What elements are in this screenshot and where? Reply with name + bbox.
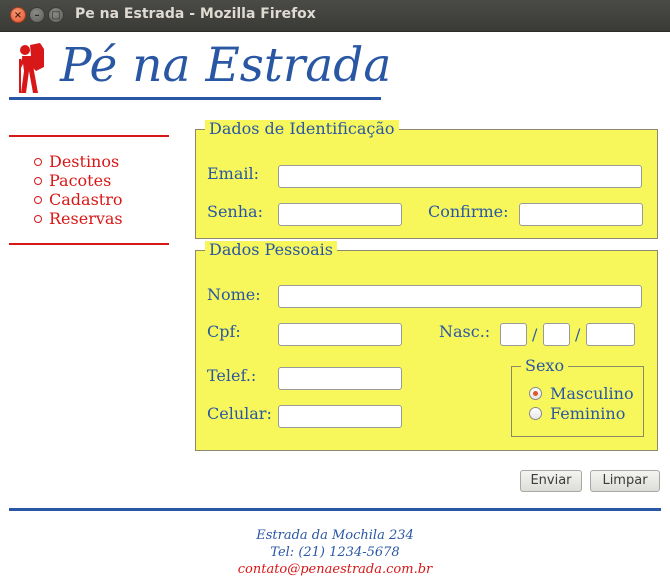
side-menu: Destinos Pacotes Cadastro Reservas bbox=[34, 152, 123, 228]
menu-item-destinos[interactable]: Destinos bbox=[34, 152, 123, 171]
radio-feminino[interactable] bbox=[529, 407, 542, 420]
password-field[interactable] bbox=[278, 203, 402, 226]
window-close-button[interactable]: × bbox=[10, 7, 26, 23]
telef-label: Telef.: bbox=[207, 366, 257, 385]
footer-email[interactable]: contato@penaestrada.com.br bbox=[0, 562, 670, 578]
menu-divider-top bbox=[9, 135, 169, 137]
birth-month-field[interactable] bbox=[543, 323, 570, 346]
personal-legend: Dados Pessoais bbox=[205, 241, 337, 259]
menu-item-pacotes[interactable]: Pacotes bbox=[34, 171, 123, 190]
window-minimize-button[interactable]: – bbox=[29, 7, 45, 23]
email-field[interactable] bbox=[278, 165, 642, 188]
sexo-legend: Sexo bbox=[521, 357, 569, 375]
radio-masculino[interactable] bbox=[529, 387, 542, 400]
window-title: Pe na Estrada - Mozilla Firefox bbox=[75, 6, 316, 22]
menu-item-cadastro[interactable]: Cadastro bbox=[34, 190, 123, 209]
phone-field[interactable] bbox=[278, 367, 402, 390]
masculino-label[interactable]: Masculino bbox=[550, 385, 634, 403]
hiker-icon bbox=[19, 43, 44, 93]
window-titlebar: × – □ Pe na Estrada - Mozilla Firefox bbox=[0, 0, 670, 32]
senha-label: Senha: bbox=[207, 202, 263, 221]
window-maximize-button[interactable]: □ bbox=[48, 7, 64, 23]
birth-year-field[interactable] bbox=[586, 323, 635, 346]
confirm-password-field[interactable] bbox=[519, 203, 643, 226]
email-label: Email: bbox=[207, 164, 260, 183]
birth-day-field[interactable] bbox=[500, 323, 527, 346]
footer-phone: Tel: (21) 1234-5678 bbox=[270, 545, 400, 560]
footer-address: Estrada da Mochila 234 bbox=[256, 528, 414, 543]
footer-divider bbox=[9, 508, 661, 511]
date-separator: / bbox=[532, 325, 538, 344]
date-separator: / bbox=[575, 325, 581, 344]
reset-button[interactable]: Limpar bbox=[590, 470, 660, 492]
menu-divider-bottom bbox=[9, 243, 169, 245]
close-icon: × bbox=[13, 10, 23, 21]
header-divider bbox=[9, 97, 381, 100]
confirme-label: Confirme: bbox=[428, 202, 509, 221]
minimize-icon: – bbox=[34, 10, 40, 21]
identification-legend: Dados de Identificação bbox=[205, 120, 399, 138]
name-field[interactable] bbox=[278, 285, 642, 308]
menu-item-reservas[interactable]: Reservas bbox=[34, 209, 123, 228]
nasc-label: Nasc.: bbox=[439, 322, 491, 341]
feminino-label[interactable]: Feminino bbox=[550, 405, 625, 423]
cpf-label: Cpf: bbox=[207, 322, 241, 341]
submit-button[interactable]: Enviar bbox=[520, 470, 582, 492]
celular-label: Celular: bbox=[207, 404, 272, 423]
site-brand-title: Pé na Estrada bbox=[60, 38, 392, 93]
mobile-field[interactable] bbox=[278, 405, 402, 428]
maximize-icon: □ bbox=[51, 10, 61, 21]
cpf-field[interactable] bbox=[278, 323, 402, 346]
nome-label: Nome: bbox=[207, 285, 261, 304]
